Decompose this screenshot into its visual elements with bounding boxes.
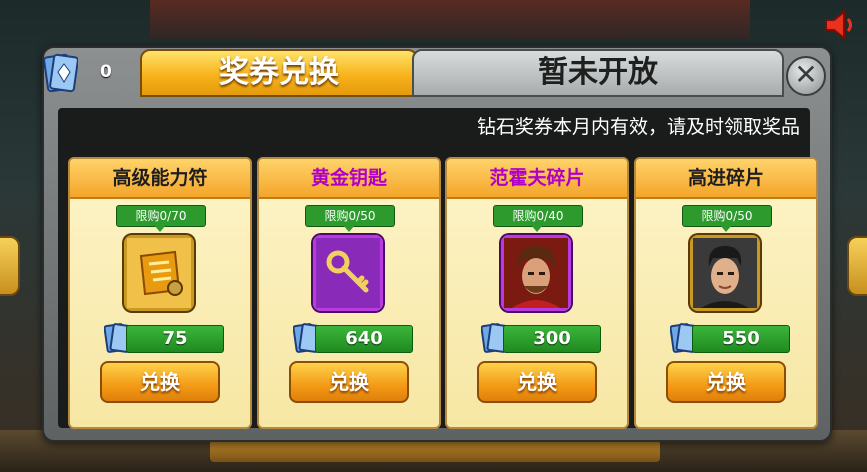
purchase-limit-badge: 限购0/50 <box>682 205 772 227</box>
redeem-button[interactable]: 兑换 <box>666 361 786 403</box>
badge-pointer <box>154 225 166 232</box>
badge-pointer <box>343 225 355 232</box>
golden-key-icon[interactable] <box>313 235 383 311</box>
redeem-button[interactable]: 兑换 <box>477 361 597 403</box>
notice-text: 钻石奖券本月内有效，请及时领取奖品 <box>476 116 800 138</box>
reward-card: 范霍夫碎片 限购0/40 300 兑换 <box>445 157 629 429</box>
price-label: 640 <box>315 325 413 353</box>
ticket-count: 0 <box>100 62 112 82</box>
background-banner <box>150 0 750 40</box>
speaker-icon[interactable] <box>822 8 858 42</box>
scroll-right-arrow[interactable] <box>847 236 867 296</box>
tab-ticket-exchange[interactable]: 奖券兑换 <box>140 49 418 97</box>
badge-pointer <box>720 225 732 232</box>
scroll-left-arrow[interactable] <box>0 236 20 296</box>
purchase-limit-badge: 限购0/50 <box>305 205 395 227</box>
price-label: 550 <box>692 325 790 353</box>
ticket-icon <box>43 52 79 94</box>
purchase-limit-badge: 限购0/40 <box>493 205 583 227</box>
reward-card: 高进碎片 限购0/50 550 兑换 <box>634 157 818 429</box>
price-label: 75 <box>126 325 224 353</box>
reward-title: 高进碎片 <box>636 159 816 199</box>
close-button[interactable]: ✕ <box>786 56 826 96</box>
reward-card: 黄金钥匙 限购0/50 640 兑换 <box>257 157 441 429</box>
player-portrait-icon[interactable] <box>501 235 571 311</box>
tab-not-open[interactable]: 暂未开放 <box>412 49 784 97</box>
redeem-button[interactable]: 兑换 <box>100 361 220 403</box>
background-bar <box>210 440 660 462</box>
reward-card: 高级能力符 限购0/70 75 兑换 <box>68 157 252 429</box>
redeem-button[interactable]: 兑换 <box>289 361 409 403</box>
badge-pointer <box>531 225 543 232</box>
reward-title: 范霍夫碎片 <box>447 159 627 199</box>
price-label: 300 <box>503 325 601 353</box>
talisman-icon[interactable] <box>124 235 194 311</box>
reward-title: 高级能力符 <box>70 159 250 199</box>
close-icon: ✕ <box>794 58 818 91</box>
player-portrait-icon[interactable] <box>690 235 760 311</box>
reward-title: 黄金钥匙 <box>259 159 439 199</box>
purchase-limit-badge: 限购0/70 <box>116 205 206 227</box>
